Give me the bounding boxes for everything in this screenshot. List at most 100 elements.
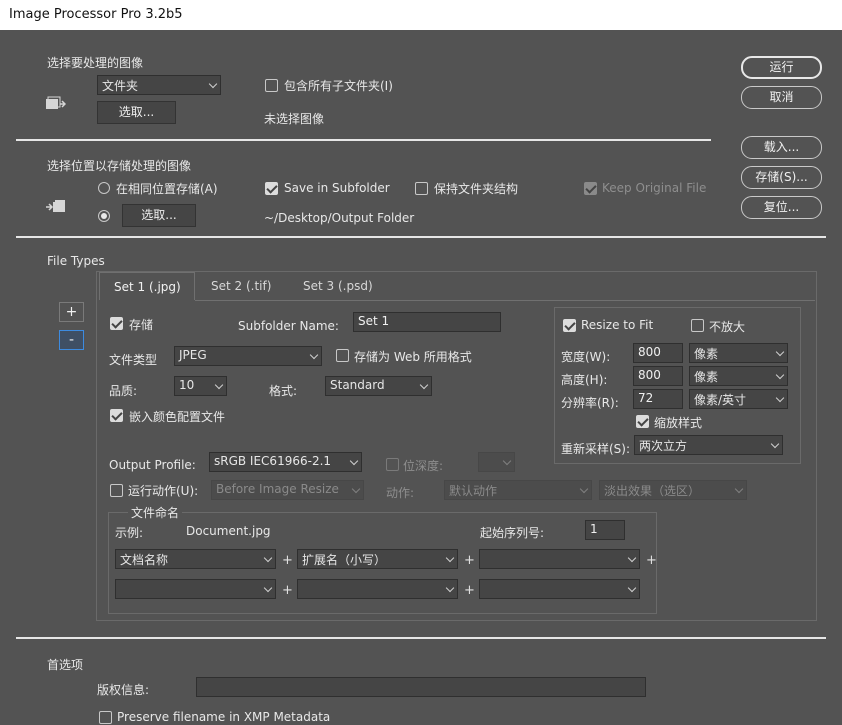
resolution-label: 分辨率(R): [561, 396, 619, 410]
copyright-label: 版权信息: [97, 683, 150, 697]
height-input[interactable]: 800 [633, 366, 683, 386]
add-set-button[interactable]: + [59, 302, 84, 322]
subfolder-name-input[interactable]: Set 1 [353, 312, 501, 332]
divider [16, 139, 711, 141]
same-location-label: 在相同位置存储(A) [116, 182, 218, 196]
select-source-button[interactable]: 选取... [97, 101, 176, 124]
section2-title: 选择位置以存储处理的图像 [47, 159, 192, 173]
resize-to-fit-checkbox[interactable] [563, 319, 576, 332]
keep-original-file-label: Keep Original File [602, 181, 707, 195]
naming-plus: + [464, 553, 475, 568]
example-label: 示例: [115, 526, 144, 540]
naming-plus: + [464, 583, 475, 598]
output-profile-select[interactable]: sRGB IEC61966-2.1 [209, 452, 362, 472]
resize-to-fit-label: Resize to Fit [581, 318, 654, 332]
divider [16, 637, 826, 639]
save-in-subfolder-label: Save in Subfolder [284, 181, 390, 195]
action-name-select[interactable]: 淡出效果（选区） [599, 480, 747, 500]
width-unit-select[interactable]: 像素 [689, 343, 788, 363]
naming-row1-field1[interactable]: 文档名称 [115, 549, 276, 569]
same-location-radio[interactable] [98, 182, 110, 194]
preferences-title: 首选项 [47, 658, 84, 672]
naming-row1-field2[interactable]: 扩展名（小写） [297, 549, 458, 569]
format-label: 格式: [269, 384, 298, 398]
action-select[interactable]: 默认动作 [444, 480, 592, 500]
file-type-label: 文件类型 [109, 353, 158, 367]
select-destination-button[interactable]: 选取... [122, 204, 196, 227]
output-profile-label: Output Profile: [109, 458, 196, 472]
load-button[interactable]: 载入... [741, 136, 822, 159]
destination-folder-icon [46, 199, 66, 213]
action-label: 动作: [386, 486, 415, 500]
format-select[interactable]: Standard [325, 376, 432, 396]
save-set-label: 存储 [129, 318, 154, 332]
file-types-title: File Types [47, 254, 105, 268]
naming-row2-field3[interactable] [479, 579, 640, 599]
quality-label: 品质: [109, 384, 138, 398]
run-action-checkbox[interactable] [110, 484, 123, 497]
cancel-button[interactable]: 取消 [741, 86, 822, 109]
naming-row2-field1[interactable] [115, 579, 276, 599]
keep-folder-structure-checkbox[interactable] [415, 182, 428, 195]
resolution-unit-select[interactable]: 像素/英寸 [689, 389, 788, 409]
save-for-web-checkbox[interactable] [336, 349, 349, 362]
example-value: Document.jpg [186, 524, 271, 538]
divider [16, 236, 826, 238]
tab-baseline [195, 300, 815, 301]
resample-label: 重新采样(S): [561, 442, 631, 456]
selection-status: 未选择图像 [264, 112, 325, 126]
resolution-input[interactable]: 72 [633, 389, 683, 409]
naming-plus: + [282, 553, 293, 568]
save-set-checkbox[interactable] [110, 317, 123, 330]
tab-set-2[interactable]: Set 2 (.tif) [197, 272, 285, 300]
no-enlarge-label: 不放大 [709, 320, 746, 334]
width-label: 宽度(W): [561, 350, 611, 364]
height-label: 高度(H): [561, 373, 608, 387]
source-images-icon [46, 96, 67, 110]
start-serial-label: 起始序列号: [480, 526, 545, 540]
source-type-select[interactable]: 文件夹 [97, 75, 221, 95]
bit-depth-checkbox[interactable] [386, 458, 399, 471]
start-serial-input[interactable]: 1 [585, 520, 625, 540]
tab-set-1[interactable]: Set 1 (.jpg) [99, 272, 195, 300]
include-subfolders-checkbox[interactable] [265, 79, 278, 92]
destination-path: ~/Desktop/Output Folder [264, 211, 415, 225]
action-set-select[interactable]: Before Image Resize [211, 480, 364, 500]
quality-select[interactable]: 10 [174, 376, 227, 396]
keep-original-file-checkbox[interactable] [584, 182, 597, 195]
save-settings-button[interactable]: 存储(S)... [741, 166, 822, 189]
save-for-web-label: 存储为 Web 所用格式 [354, 350, 472, 364]
keep-folder-structure-label: 保持文件夹结构 [434, 182, 519, 196]
remove-set-button[interactable]: - [59, 330, 84, 350]
scale-styles-checkbox[interactable] [636, 415, 649, 428]
embed-profile-checkbox[interactable] [110, 409, 123, 422]
naming-plus: + [282, 583, 293, 598]
run-action-label: 运行动作(U): [128, 484, 199, 498]
tab-set-3[interactable]: Set 3 (.psd) [289, 272, 387, 300]
title-bar: Image Processor Pro 3.2b5 [0, 0, 842, 30]
scale-styles-label: 缩放样式 [654, 416, 703, 430]
naming-row2-field2[interactable] [297, 579, 458, 599]
embed-profile-label: 嵌入颜色配置文件 [129, 410, 226, 424]
no-enlarge-checkbox[interactable] [691, 319, 704, 332]
file-type-select[interactable]: JPEG [174, 346, 322, 366]
naming-row1-field3[interactable] [479, 549, 640, 569]
subfolder-name-label: Subfolder Name: [238, 319, 339, 333]
include-subfolders-label: 包含所有子文件夹(I) [284, 79, 393, 93]
width-input[interactable]: 800 [633, 343, 683, 363]
file-naming-title: 文件命名 [128, 504, 183, 521]
save-in-subfolder-checkbox[interactable] [265, 182, 278, 195]
reset-button[interactable]: 复位... [741, 196, 822, 219]
other-location-radio[interactable] [98, 210, 110, 222]
preserve-filename-checkbox[interactable] [99, 711, 112, 724]
copyright-input[interactable] [196, 677, 646, 697]
naming-plus: + [646, 553, 657, 568]
window-title: Image Processor Pro 3.2b5 [9, 7, 183, 22]
run-button[interactable]: 运行 [741, 56, 822, 79]
preserve-filename-label: Preserve filename in XMP Metadata [117, 710, 331, 724]
section1-title: 选择要处理的图像 [47, 56, 144, 70]
bit-depth-select[interactable] [478, 452, 515, 472]
bit-depth-label: 位深度: [403, 459, 444, 473]
height-unit-select[interactable]: 像素 [689, 366, 788, 386]
resample-select[interactable]: 两次立方 [634, 435, 783, 455]
